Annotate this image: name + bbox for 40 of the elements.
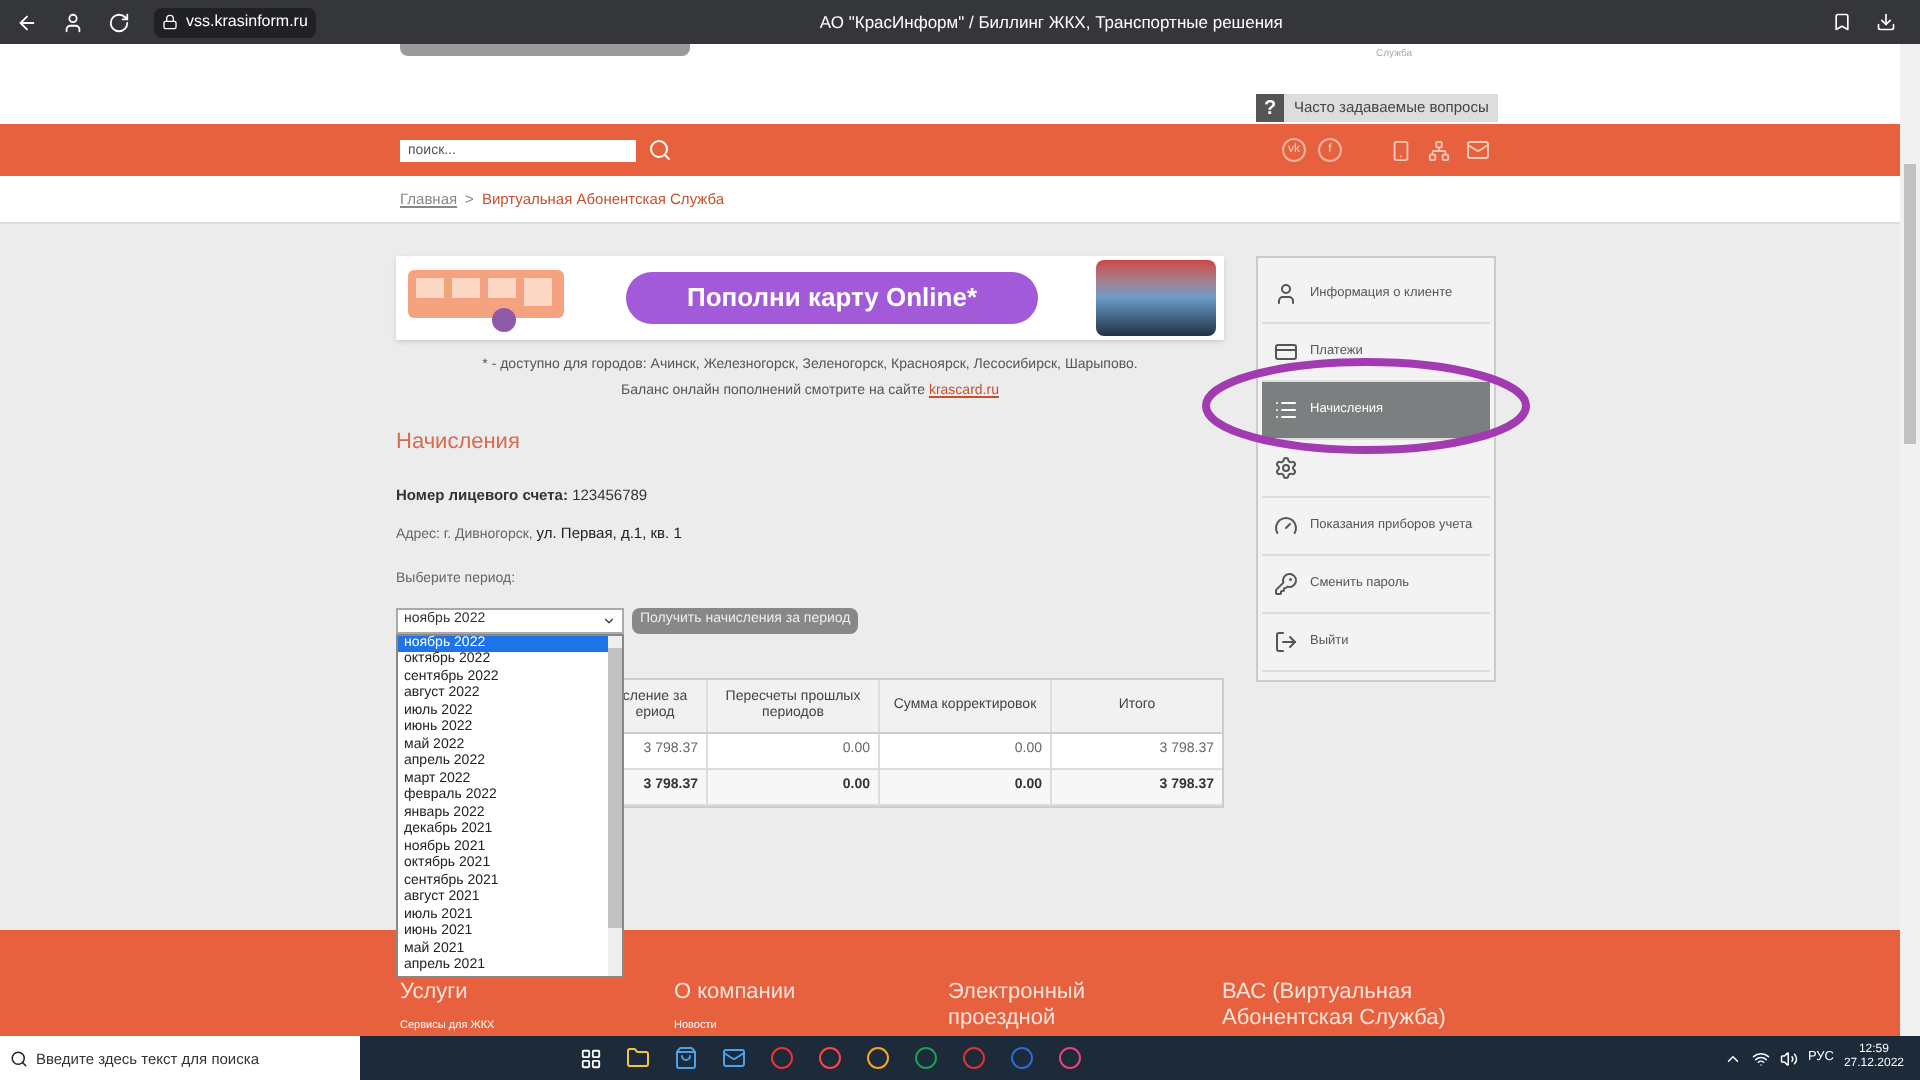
store-icon[interactable] xyxy=(674,1046,698,1070)
app-icon[interactable] xyxy=(1010,1046,1034,1070)
profile-icon[interactable] xyxy=(62,11,84,33)
browser-icon[interactable] xyxy=(770,1046,794,1070)
footer-heading: Услуги xyxy=(400,980,470,1006)
app-icon[interactable] xyxy=(866,1046,890,1070)
address-bar[interactable]: vss.krasinform.ru xyxy=(154,7,316,37)
footer-heading: Электронный проездной xyxy=(948,980,1087,1032)
caret-icon xyxy=(602,613,616,628)
mail-icon[interactable] xyxy=(722,1046,746,1070)
network-icon[interactable] xyxy=(1751,1049,1770,1067)
task-view-icon[interactable] xyxy=(580,1047,602,1069)
reload-icon[interactable] xyxy=(108,11,130,33)
menu-icon xyxy=(1274,340,1298,364)
top-up-button[interactable]: Пополни карту Online* xyxy=(626,272,1038,324)
app-icon[interactable] xyxy=(818,1046,842,1070)
page-heading: Начисления xyxy=(396,428,522,458)
search-icon[interactable] xyxy=(648,138,672,162)
menu-icon xyxy=(1274,630,1298,654)
window-title: АО "КрасИнформ" / Биллинг ЖКХ, Транспортные решения xyxy=(819,9,1285,35)
menu-icon xyxy=(1274,514,1298,538)
download-icon[interactable] xyxy=(1876,12,1896,32)
lock-icon xyxy=(162,14,178,30)
app-icon[interactable] xyxy=(914,1046,938,1070)
dropdown-scrollbar[interactable] xyxy=(608,635,622,976)
menu-icon xyxy=(1274,456,1298,480)
volume-icon[interactable] xyxy=(1779,1049,1798,1067)
menu-icon xyxy=(1274,572,1298,596)
transport-card-drawing xyxy=(1096,260,1216,336)
footer-heading: О компании xyxy=(674,980,798,1006)
help-icon: ? xyxy=(1256,94,1284,122)
footer-heading: ВАС (Виртуальная Абонентская Служба) xyxy=(1222,980,1448,1032)
folder-icon[interactable] xyxy=(626,1046,650,1070)
search-icon xyxy=(10,1049,28,1067)
bookmark-icon[interactable] xyxy=(1832,12,1852,32)
app-icon[interactable] xyxy=(1058,1046,1082,1070)
back-icon[interactable] xyxy=(16,11,38,33)
page-scrollbar[interactable] xyxy=(1900,44,1920,1036)
menu-icon xyxy=(1274,282,1298,306)
app-icon[interactable] xyxy=(962,1046,986,1070)
